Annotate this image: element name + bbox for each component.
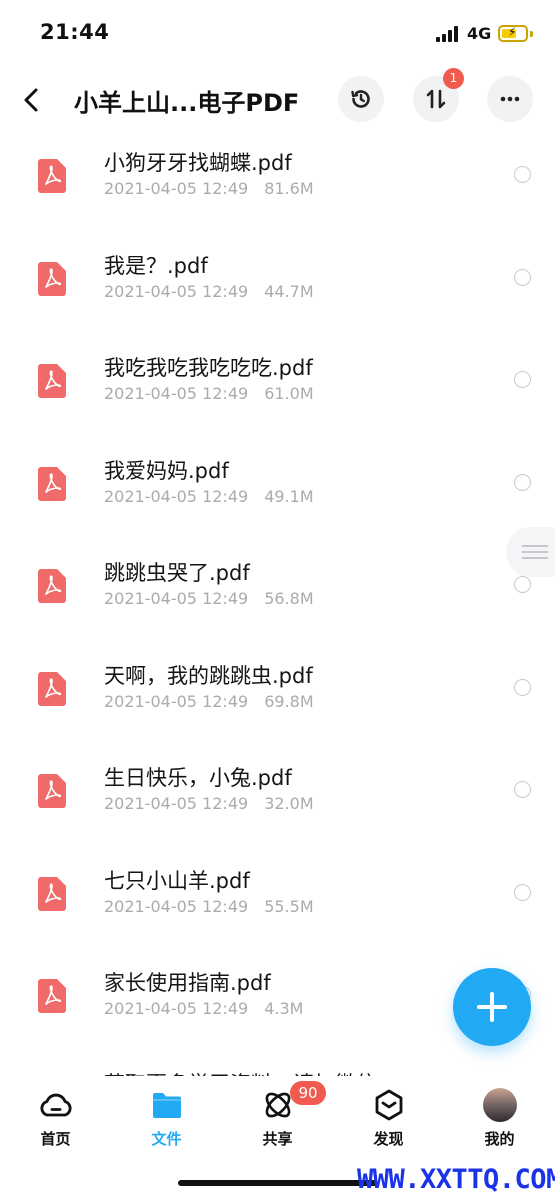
back-button[interactable] — [14, 82, 50, 118]
more-button[interactable] — [487, 76, 533, 122]
file-row[interactable]: 我是？.pdf 2021-04-05 12:49 44.7M — [0, 235, 555, 338]
file-row[interactable]: 我吃我吃我吃吃吃.pdf 2021-04-05 12:49 61.0M — [0, 337, 555, 440]
history-button[interactable] — [338, 76, 384, 122]
tab-discover[interactable]: 发现 — [333, 1076, 444, 1156]
pdf-file-icon — [38, 261, 66, 296]
select-checkbox[interactable] — [514, 166, 531, 183]
chevron-left-icon — [24, 88, 38, 112]
select-checkbox[interactable] — [514, 883, 531, 901]
pdf-file-icon — [38, 774, 66, 808]
file-date: 2021-04-05 12:49 — [104, 589, 249, 608]
file-meta: 2021-04-05 12:49 32.0M — [104, 794, 314, 813]
tab-home[interactable]: 首页 — [0, 1076, 111, 1156]
add-button[interactable] — [453, 968, 531, 1046]
file-row[interactable]: 生日快乐，小兔.pdf 2021-04-05 12:49 32.0M — [0, 747, 555, 850]
transfer-count-badge: 1 — [443, 68, 464, 89]
transfer-arrows-icon — [426, 89, 446, 109]
cloud-icon — [40, 1093, 72, 1117]
file-meta: 2021-04-05 12:49 55.5M — [104, 897, 314, 916]
watermark-text: WWW.XXTTQ.COM — [357, 1164, 555, 1195]
file-row[interactable]: 天啊，我的跳跳虫.pdf 2021-04-05 12:49 69.8M — [0, 645, 555, 748]
side-drawer-handle[interactable] — [506, 527, 555, 577]
file-size: 49.1M — [264, 486, 314, 506]
tab-label: 首页 — [40, 1130, 71, 1148]
tab-label: 共享 — [262, 1130, 293, 1148]
pdf-file-icon — [38, 876, 66, 911]
top-nav-bar: 小羊上山...电子PDF — [0, 66, 555, 132]
partial-file-name: 获取更多学习资料，请加微信 — [104, 1068, 377, 1076]
file-date: 2021-04-05 12:49 — [104, 384, 249, 403]
file-date: 2021-04-05 12:49 — [104, 691, 249, 711]
tab-label: 我的 — [484, 1130, 515, 1148]
file-row[interactable]: 我爱妈妈.pdf 2021-04-05 12:49 49.1M — [0, 440, 555, 543]
pdf-file-icon — [38, 364, 66, 398]
folder-icon — [153, 1093, 181, 1118]
select-checkbox[interactable] — [514, 781, 531, 798]
file-list[interactable]: 小狗牙牙找蝴蝶.pdf 2021-04-05 12:49 81.6M 我是？.pd… — [0, 132, 555, 1076]
status-bar: 21:44 4G ⚡ — [0, 0, 555, 66]
file-date: 2021-04-05 12:49 — [104, 281, 249, 301]
file-meta: 2021-04-05 12:49 61.0M — [104, 384, 314, 403]
select-checkbox[interactable] — [514, 473, 531, 491]
file-size: 44.7M — [264, 281, 314, 301]
file-name: 家长使用指南.pdf — [104, 971, 271, 995]
file-row[interactable]: 跳跳虫哭了.pdf 2021-04-05 12:49 56.8M — [0, 542, 555, 645]
pdf-file-icon — [38, 569, 66, 603]
avatar[interactable] — [483, 1088, 517, 1122]
file-name: 生日快乐，小兔.pdf — [104, 766, 292, 790]
tab-label: 文件 — [151, 1130, 182, 1148]
file-size: 55.5M — [264, 896, 314, 916]
file-meta: 2021-04-05 12:49 69.8M — [104, 692, 314, 711]
file-size: 81.6M — [264, 179, 314, 198]
select-checkbox[interactable] — [514, 371, 531, 388]
file-name: 我是？.pdf — [104, 253, 208, 278]
file-row[interactable]: 七只小山羊.pdf 2021-04-05 12:49 55.5M — [0, 850, 555, 953]
tab-files[interactable]: 文件 — [111, 1076, 222, 1156]
discover-cube-icon — [375, 1089, 403, 1121]
battery-icon: ⚡ — [498, 25, 528, 42]
pdf-file-icon — [38, 979, 66, 1013]
file-name: 天啊，我的跳跳虫.pdf — [104, 663, 313, 688]
select-checkbox[interactable] — [514, 678, 531, 696]
file-name: 小狗牙牙找蝴蝶.pdf — [104, 151, 292, 175]
file-date: 2021-04-05 12:49 — [104, 794, 249, 813]
file-size: 4.3M — [264, 999, 304, 1018]
file-date: 2021-04-05 12:49 — [104, 999, 249, 1018]
file-name: 七只小山羊.pdf — [104, 868, 250, 893]
file-row[interactable]: 小狗牙牙找蝴蝶.pdf 2021-04-05 12:49 81.6M — [0, 132, 555, 235]
history-icon — [351, 90, 370, 108]
page-title: 小羊上山...电子PDF — [74, 89, 300, 117]
file-date: 2021-04-05 12:49 — [104, 896, 249, 916]
file-date: 2021-04-05 12:49 — [104, 179, 249, 198]
file-size: 56.8M — [264, 589, 314, 608]
bottom-tab-bar: 首页 文件 共享 发现 我的 — [0, 1076, 555, 1164]
file-name: 跳跳虫哭了.pdf — [104, 561, 250, 585]
file-meta: 2021-04-05 12:49 4.3M — [104, 999, 303, 1018]
select-checkbox[interactable] — [514, 268, 531, 286]
pdf-file-icon — [38, 671, 66, 706]
file-date: 2021-04-05 12:49 — [104, 486, 249, 506]
file-meta: 2021-04-05 12:49 49.1M — [104, 487, 314, 506]
cellular-signal-icon — [436, 26, 460, 42]
file-size: 32.0M — [264, 794, 314, 813]
file-size: 61.0M — [264, 384, 314, 403]
file-name: 我吃我吃我吃吃吃.pdf — [104, 356, 313, 380]
pdf-file-icon — [38, 466, 66, 501]
share-count-badge: 90 — [290, 1081, 326, 1105]
tab-label: 发现 — [373, 1130, 404, 1148]
pdf-file-icon — [38, 159, 66, 193]
more-dots-icon — [500, 96, 520, 102]
file-meta: 2021-04-05 12:49 56.8M — [104, 589, 314, 608]
status-time: 21:44 — [40, 20, 110, 44]
home-indicator — [178, 1180, 378, 1186]
battery-cap — [530, 31, 533, 37]
file-meta: 2021-04-05 12:49 44.7M — [104, 282, 314, 301]
network-type: 4G — [467, 24, 492, 43]
file-meta: 2021-04-05 12:49 81.6M — [104, 179, 314, 198]
file-name: 我爱妈妈.pdf — [104, 458, 229, 483]
select-checkbox[interactable] — [514, 576, 531, 593]
file-size: 69.8M — [264, 691, 314, 711]
